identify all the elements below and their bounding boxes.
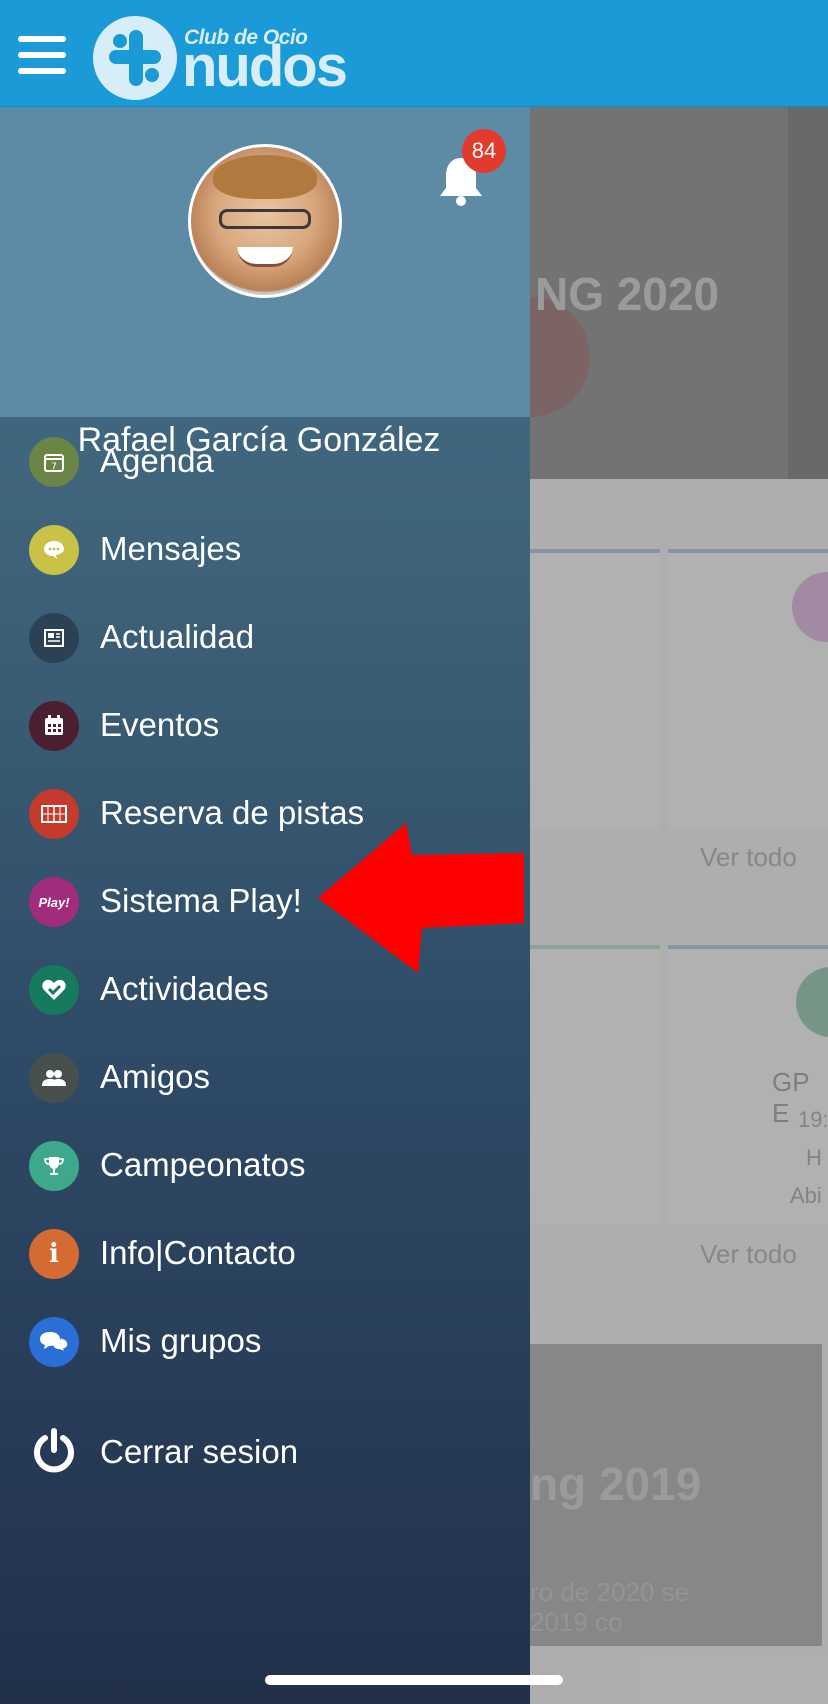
- menu-item-label: Amigos: [100, 1058, 211, 1095]
- menu-item-label: Agenda: [100, 442, 214, 479]
- trophy-icon: [29, 1141, 79, 1191]
- heart-check-icon: [29, 965, 79, 1015]
- menu-item-actualidad[interactable]: Actualidad: [0, 597, 530, 677]
- menu-item-mis-grupos[interactable]: Mis grupos: [0, 1301, 530, 1381]
- calendar-grid-icon: [29, 701, 79, 751]
- people-icon: [29, 1053, 79, 1103]
- court-grid-icon: [29, 789, 79, 839]
- group-chat-icon: [29, 1317, 79, 1367]
- logout-label: Cerrar sesion: [100, 1433, 299, 1470]
- info-icon: i: [29, 1229, 79, 1279]
- calendar-7-icon: 7: [29, 437, 79, 487]
- chat-bubble-icon: [29, 525, 79, 575]
- profile-header: [0, 107, 530, 417]
- svg-text:7: 7: [51, 462, 57, 472]
- logout-item[interactable]: Cerrar sesion: [0, 1412, 530, 1492]
- app-logo-icon: [93, 16, 177, 100]
- menu-item-mensajes[interactable]: Mensajes: [0, 509, 530, 589]
- menu-item-label: Campeonatos: [100, 1146, 306, 1183]
- menu-item-agenda[interactable]: 7 Agenda: [0, 421, 530, 501]
- annotation-arrow-icon: [318, 823, 524, 973]
- avatar[interactable]: [188, 144, 342, 298]
- newspaper-icon: [29, 613, 79, 663]
- play-badge-icon: Play!: [29, 877, 79, 927]
- menu-item-label: Actividades: [100, 970, 269, 1007]
- menu-item-eventos[interactable]: Eventos: [0, 685, 530, 765]
- notification-badge[interactable]: 84: [462, 129, 506, 173]
- menu-item-label: Actualidad: [100, 618, 255, 655]
- menu-item-campeonatos[interactable]: Campeonatos: [0, 1125, 530, 1205]
- app-header: Club de Ocio nudos: [0, 0, 828, 107]
- menu-item-label: Eventos: [100, 706, 220, 743]
- menu-item-label: Info|Contacto: [100, 1234, 296, 1271]
- logo-title: nudos: [182, 34, 348, 99]
- power-icon: [34, 1428, 74, 1473]
- home-indicator[interactable]: [265, 1675, 563, 1685]
- menu-item-label: Mensajes: [100, 530, 242, 567]
- menu-item-label: Mis grupos: [100, 1322, 262, 1359]
- menu-item-info-contacto[interactable]: i Info|Contacto: [0, 1213, 530, 1293]
- menu-item-amigos[interactable]: Amigos: [0, 1037, 530, 1117]
- menu-hamburger-icon[interactable]: [18, 36, 66, 74]
- menu-item-label: Sistema Play!: [100, 882, 302, 919]
